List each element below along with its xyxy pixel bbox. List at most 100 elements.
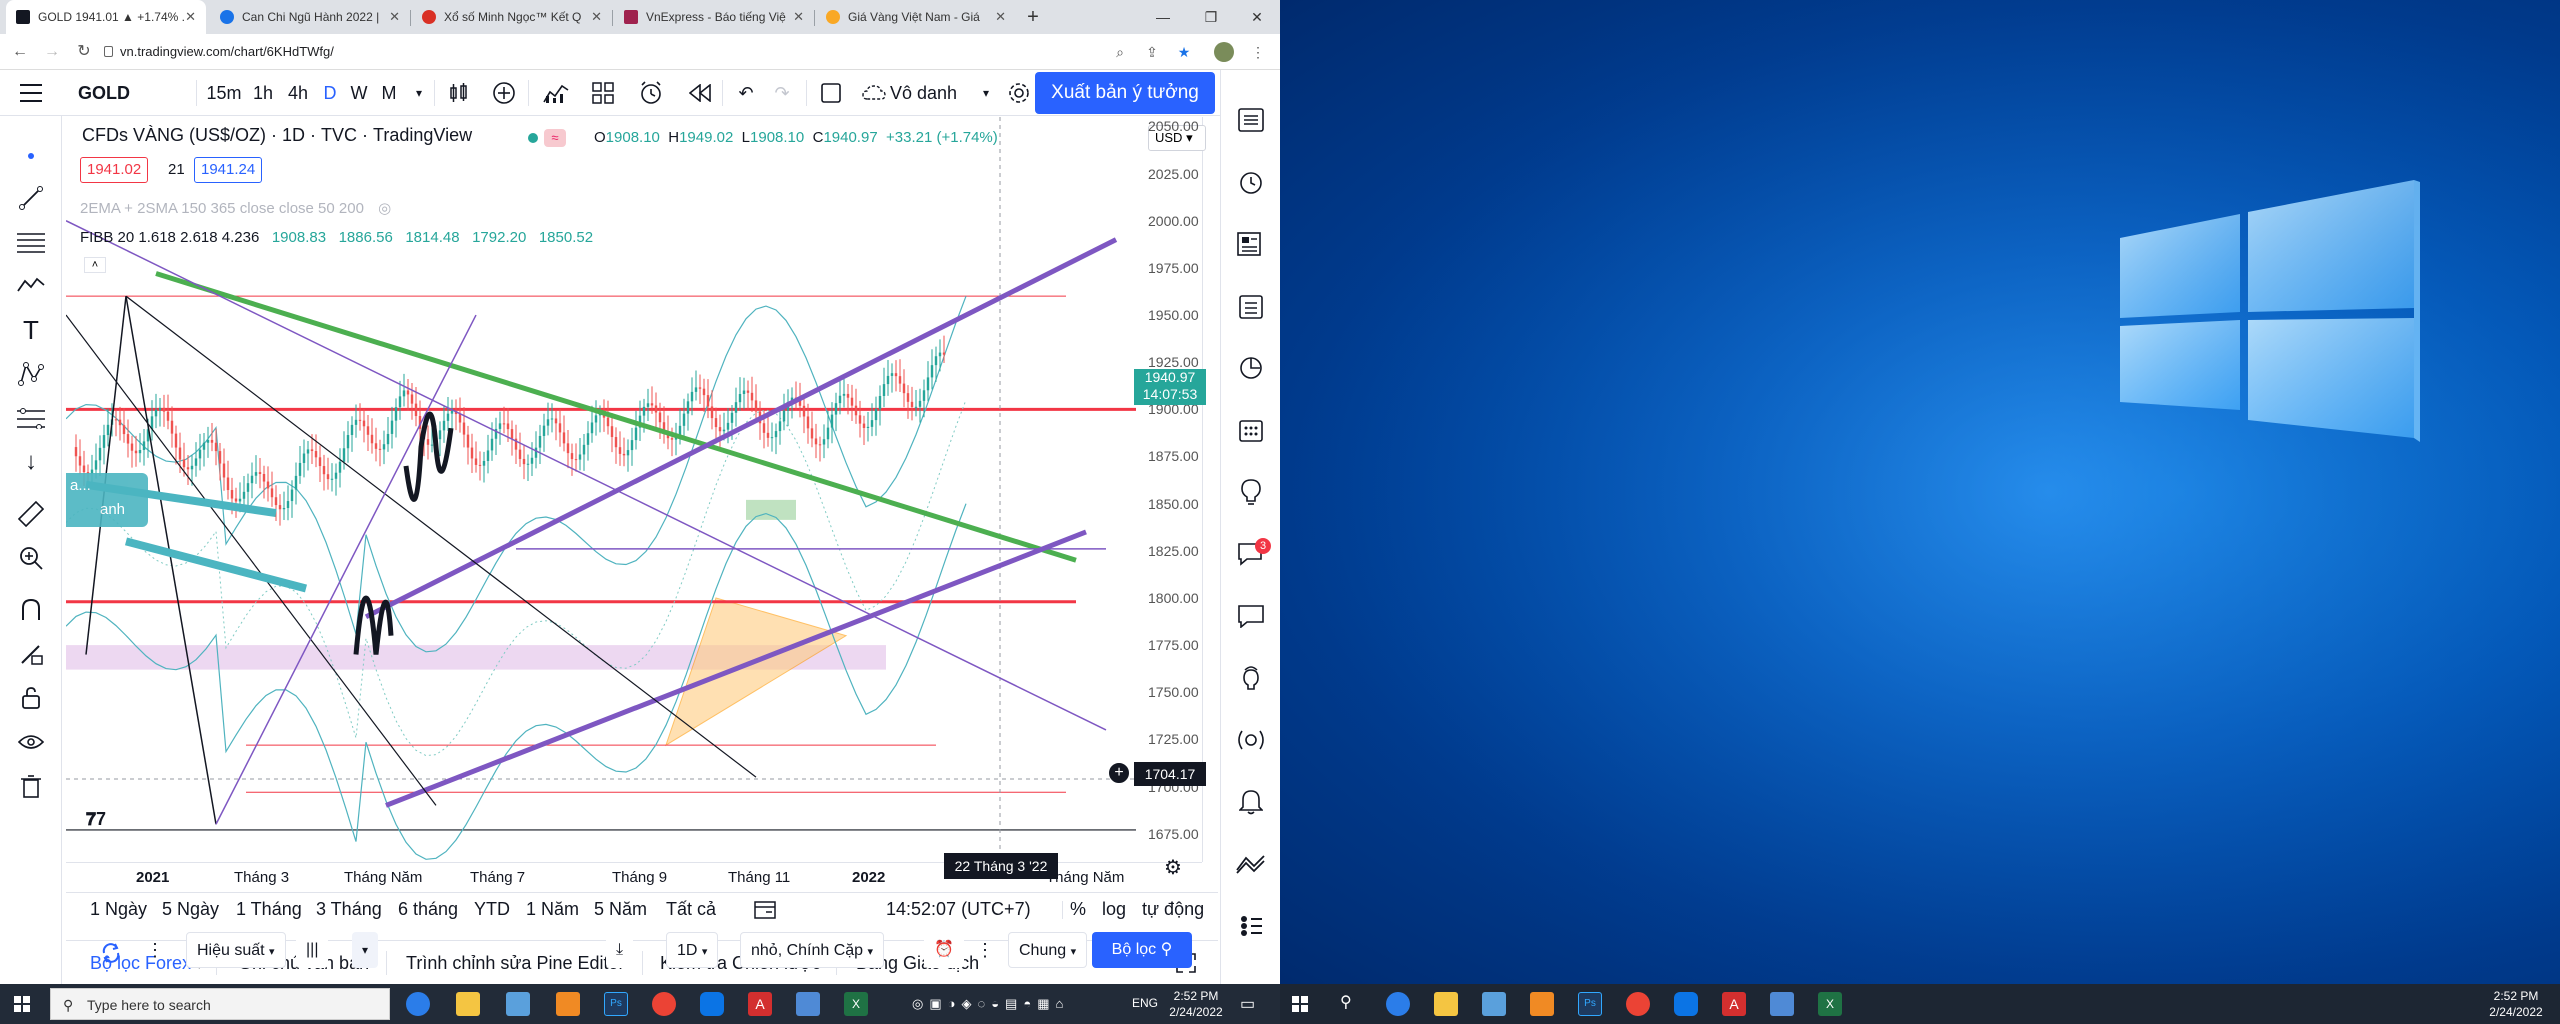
photoshop-icon[interactable]: Ps (604, 992, 628, 1016)
alert-icon[interactable] (634, 70, 668, 116)
chevron-down-icon[interactable]: ▾ (410, 70, 428, 116)
interval-w[interactable]: W (346, 70, 372, 116)
add-compare-icon[interactable] (488, 70, 520, 116)
edge-icon[interactable] (406, 992, 430, 1016)
download-icon[interactable]: ⤓ (606, 932, 634, 968)
undo-icon[interactable]: ↶ (730, 70, 762, 116)
search-icon[interactable]: ⚲ (1340, 992, 1352, 1012)
brush-icon[interactable] (12, 268, 50, 304)
photoshop-icon[interactable]: Ps (1578, 992, 1602, 1016)
filter-button[interactable]: Bộ lọc ⚲ (1092, 932, 1192, 968)
alarm-clock-icon[interactable] (1233, 164, 1269, 200)
tab-vnexpress[interactable]: VnExpress - Báo tiếng Việ ✕ (614, 0, 814, 34)
trash-icon[interactable] (12, 768, 50, 804)
watchlist-icon[interactable] (1233, 102, 1269, 138)
tab-xoso[interactable]: Xổ số Minh Ngọc™ Kết Q ✕ (412, 0, 612, 34)
maximize-button[interactable]: ❐ (1188, 0, 1234, 34)
app-icon[interactable] (1482, 992, 1506, 1016)
new-tab-button[interactable]: + (1016, 0, 1050, 34)
publish-idea-button[interactable]: Xuất bản ý tưởng (1035, 72, 1215, 114)
data-window-icon[interactable] (1233, 350, 1269, 386)
text-tool-icon[interactable]: T (12, 312, 50, 348)
eye-hidden-icon[interactable]: ◎ (378, 200, 391, 217)
cursor-dot-icon[interactable] (12, 138, 50, 174)
collapse-legend-icon[interactable]: ˄ (84, 257, 106, 273)
taskbar-clock[interactable]: 2:52 PM 2/24/2022 (2476, 988, 2556, 1020)
zalo-icon[interactable] (700, 992, 724, 1016)
interval-d[interactable]: D (318, 70, 342, 116)
streams-icon[interactable] (1233, 660, 1269, 696)
minimize-button[interactable]: — (1140, 0, 1186, 34)
performance-select[interactable]: Hiệu suất ▾ (186, 932, 286, 968)
chart-area[interactable]: CFDs VÀNG (US$/OZ) · 1D · TVC · TradingV… (66, 117, 1218, 892)
settings-gear-icon[interactable] (1004, 70, 1034, 116)
back-button[interactable]: ← (8, 40, 32, 64)
screener-alert-icon[interactable]: ⏰ (924, 932, 964, 968)
trend-line-icon[interactable] (12, 180, 50, 216)
tab-gia-vang[interactable]: Giá Vàng Việt Nam - Giá ✕ (816, 0, 1016, 34)
replay-icon[interactable] (684, 70, 716, 116)
acrobat-icon[interactable]: A (1722, 992, 1746, 1016)
column-view-icon[interactable]: ||| (296, 932, 329, 968)
profile-avatar[interactable] (1212, 40, 1236, 64)
close-icon[interactable]: ✕ (185, 9, 196, 25)
buy-price-button[interactable]: 1941.24 (194, 157, 263, 183)
language-indicator[interactable]: ENG (1132, 996, 1158, 1010)
redo-icon[interactable]: ↷ (766, 70, 798, 116)
calendar-icon[interactable] (1233, 412, 1269, 448)
file-explorer-icon[interactable] (1434, 992, 1458, 1016)
app-blue-icon[interactable] (1770, 992, 1794, 1016)
notification-center-icon[interactable]: ▭ (1240, 994, 1255, 1014)
bookmark-star-icon[interactable]: ★ (1172, 40, 1196, 64)
chevron-down-icon[interactable]: ▾ (352, 932, 379, 968)
hamburger-menu-icon[interactable] (20, 84, 42, 102)
time-axis-settings-icon[interactable]: ⚙ (1164, 855, 1182, 880)
lock-pencil-icon[interactable] (12, 636, 50, 672)
app-orange-icon[interactable] (1530, 992, 1554, 1016)
prediction-icon[interactable] (12, 400, 50, 436)
excel-icon[interactable]: X (844, 992, 868, 1016)
close-icon[interactable]: ✕ (389, 9, 400, 25)
symbol-search[interactable]: GOLD (78, 70, 130, 116)
windows-start-icon[interactable] (14, 996, 30, 1012)
column-set-select[interactable]: nhỏ, Chính Cặp ▾ (740, 932, 885, 968)
chart-lines-icon[interactable] (1233, 846, 1269, 882)
app-blue-icon[interactable] (796, 992, 820, 1016)
app-orange-icon[interactable] (556, 992, 580, 1016)
interval-1h[interactable]: 1h (248, 70, 278, 116)
object-tree-icon[interactable] (1233, 288, 1269, 324)
app-icon[interactable] (506, 992, 530, 1016)
zalo-icon[interactable] (1674, 992, 1698, 1016)
taskbar-clock[interactable]: 2:52 PM 2/24/2022 (1156, 988, 1236, 1020)
pattern-icon[interactable] (12, 356, 50, 392)
forward-button[interactable]: → (40, 40, 64, 64)
sell-price-button[interactable]: 1941.02 (80, 157, 149, 183)
close-icon[interactable]: ✕ (793, 9, 804, 25)
file-explorer-icon[interactable] (456, 992, 480, 1016)
add-alert-plus-icon[interactable]: + (1108, 762, 1130, 784)
chrome-icon[interactable] (1626, 992, 1650, 1016)
arrow-down-icon[interactable]: ↓ (12, 444, 50, 480)
acrobat-icon[interactable]: A (748, 992, 772, 1016)
windows-start-icon[interactable] (1292, 996, 1308, 1012)
chats-icon[interactable]: 3 (1233, 536, 1271, 572)
apps-grid-icon[interactable] (1233, 908, 1269, 944)
interval-select[interactable]: 1D ▾ (666, 932, 719, 968)
refresh-icon[interactable] (100, 942, 122, 964)
url-field[interactable]: vn.tradingview.com/chart/6KHdTWfg/ (120, 40, 334, 64)
indicators-icon[interactable] (538, 70, 574, 116)
browser-menu-icon[interactable]: ⋮ (1246, 40, 1270, 64)
lock-icon[interactable] (12, 680, 50, 716)
fullscreen-frame-icon[interactable] (814, 70, 848, 116)
news-icon[interactable] (1233, 226, 1269, 262)
more-options-icon[interactable]: ⋮ (976, 940, 994, 961)
interval-4h[interactable]: 4h (282, 70, 314, 116)
eye-icon[interactable] (12, 724, 50, 760)
reload-button[interactable]: ↻ (72, 40, 96, 64)
magnet-icon[interactable] (12, 592, 50, 628)
general-select[interactable]: Chung ▾ (1008, 932, 1088, 968)
ruler-icon[interactable] (12, 496, 50, 532)
chevron-down-icon[interactable]: ▾ (978, 70, 994, 116)
tab-can-chi[interactable]: Can Chi Ngũ Hành 2022 | ✕ (210, 0, 410, 34)
excel-icon[interactable]: X (1818, 992, 1842, 1016)
